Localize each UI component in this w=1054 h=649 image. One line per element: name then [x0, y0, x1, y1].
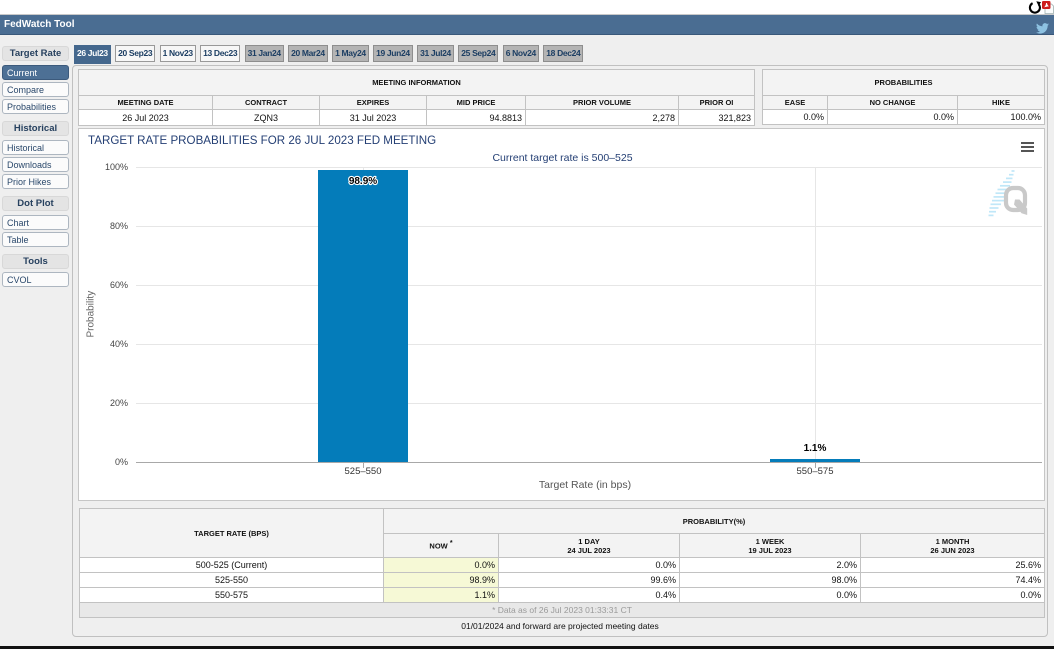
svg-text:98.9%: 98.9%: [349, 176, 377, 187]
